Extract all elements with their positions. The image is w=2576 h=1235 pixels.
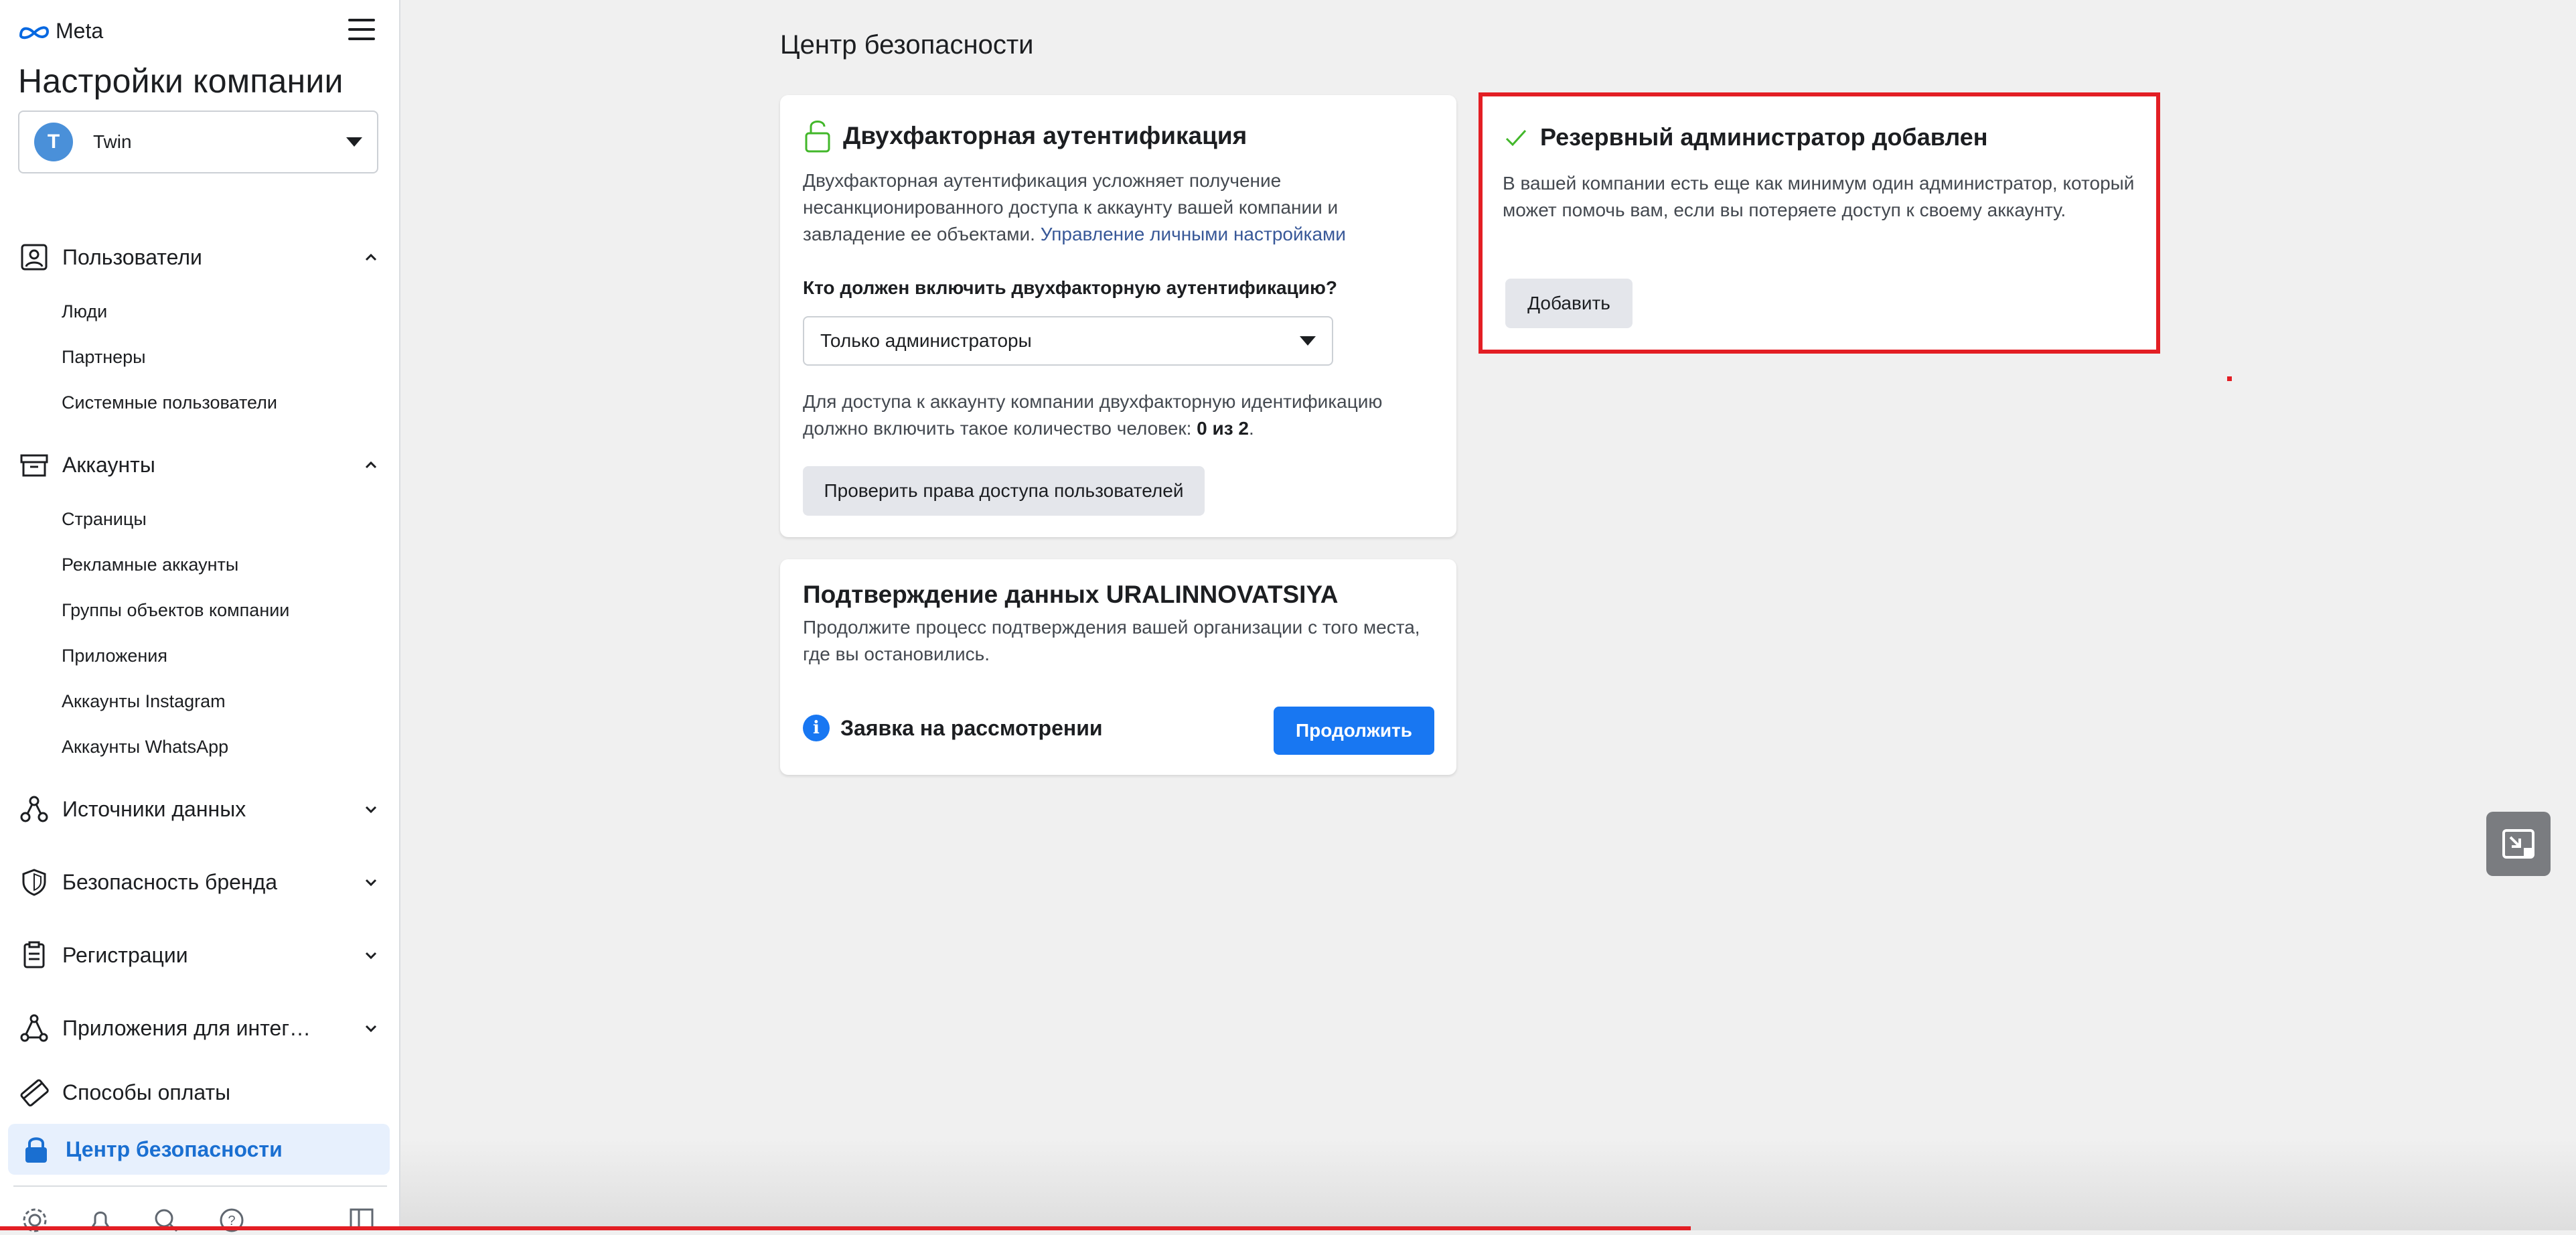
credit-card-icon — [18, 1076, 50, 1108]
search-icon[interactable] — [151, 1206, 181, 1235]
personal-settings-link[interactable]: Управление личными настройками — [1041, 224, 1346, 244]
sidebar-item-apps[interactable]: Приложения — [62, 646, 167, 666]
brand-name: Meta — [56, 19, 104, 43]
sidebar-section-label: Аккаунты — [62, 452, 155, 477]
account-switcher[interactable]: T Twin — [18, 111, 378, 173]
minimize-window-icon — [2502, 829, 2534, 859]
sidebar-item-whatsapp-accounts[interactable]: Аккаунты WhatsApp — [62, 737, 228, 757]
unlock-icon — [805, 121, 830, 153]
two-factor-count-text: Для доступа к аккаунту компании двухфакт… — [803, 391, 1383, 439]
backup-admin-description: В вашей компании есть еще как минимум од… — [1503, 173, 2135, 220]
verification-status: i Заявка на рассмотрении — [803, 715, 1103, 741]
sidebar-section-accounts[interactable]: Аккаунты — [18, 446, 378, 484]
backup-admin-header: Резервный администратор добавлен — [1503, 123, 1988, 151]
sidebar-item-system-users[interactable]: Системные пользователи — [62, 392, 277, 413]
info-icon: i — [803, 715, 830, 741]
sidebar-item-security-center[interactable]: Центр безопасности — [8, 1124, 390, 1175]
two-factor-title: Двухфакторная аутентификация — [843, 122, 1247, 149]
add-admin-button[interactable]: Добавить — [1505, 279, 1633, 328]
sidebar-item-asset-groups[interactable]: Группы объектов компании — [62, 600, 289, 621]
sidebar-section-data-sources[interactable]: Источники данных — [18, 790, 378, 828]
chevron-down-icon — [365, 806, 377, 814]
menu-icon[interactable] — [348, 19, 375, 43]
chevron-down-icon — [346, 137, 362, 147]
sidebar-item-ad-accounts[interactable]: Рекламные аккаунты — [62, 555, 238, 575]
sidebar-section-payment-methods[interactable]: Способы оплаты — [18, 1074, 378, 1111]
backup-admin-card: Резервный администратор добавлен В вашей… — [1479, 92, 2160, 354]
sidebar-section-label: Пользователи — [62, 244, 202, 269]
meta-logo[interactable]: Meta — [18, 19, 103, 44]
chevron-down-icon — [365, 1025, 377, 1033]
two-factor-card: Двухфакторная аутентификация Двухфакторн… — [780, 95, 1456, 537]
integrations-icon — [18, 1012, 50, 1044]
chevron-up-icon — [365, 461, 377, 469]
users-icon — [18, 241, 50, 273]
sidebar-item-pages[interactable]: Страницы — [62, 509, 147, 530]
sidebar-section-brand-safety[interactable]: Безопасность бренда — [18, 863, 378, 901]
two-factor-count: Для доступа к аккаунту компании двухфакт… — [803, 391, 1383, 439]
sidebar-item-instagram-accounts[interactable]: Аккаунты Instagram — [62, 691, 226, 712]
sidebar-section-label: Приложения для интег… — [62, 1015, 311, 1040]
gear-icon[interactable] — [20, 1206, 50, 1235]
two-factor-count-value: 0 из 2 — [1197, 418, 1249, 439]
divider — [13, 1185, 387, 1187]
verification-title: Подтверждение данных URALINNOVATSIYA — [803, 581, 1339, 608]
sidebar: Meta Настройки компании T Twin Пользоват… — [0, 0, 400, 1232]
meta-infinity-icon — [19, 25, 50, 39]
sidebar-item-partners[interactable]: Партнеры — [62, 347, 146, 368]
shield-icon — [18, 866, 50, 898]
sidebar-item-people[interactable]: Люди — [62, 301, 107, 322]
sidebar-section-label: Регистрации — [62, 942, 188, 967]
two-factor-description: Двухфакторная аутентификация усложняет п… — [803, 167, 1406, 248]
chevron-down-icon — [365, 879, 377, 887]
sidebar-section-registrations[interactable]: Регистрации — [18, 936, 378, 974]
sidebar-active-label: Центр безопасности — [66, 1137, 283, 1161]
continue-button[interactable]: Продолжить — [1274, 707, 1434, 755]
sidebar-section-label: Безопасность бренда — [62, 869, 278, 894]
backup-admin-title: Резервный администратор добавлен — [1540, 123, 1988, 151]
two-factor-required-select[interactable]: Только администраторы — [803, 316, 1333, 366]
account-name: Twin — [93, 131, 132, 152]
bottom-fade — [400, 1139, 2576, 1230]
exit-fullscreen-button[interactable] — [2486, 812, 2551, 876]
selected-option: Только администраторы — [820, 330, 1032, 351]
avatar: T — [34, 123, 73, 161]
status-text: Заявка на рассмотрении — [840, 715, 1103, 740]
clipboard-icon — [18, 939, 50, 971]
chevron-down-icon — [1300, 336, 1316, 346]
two-factor-header: Двухфакторная аутентификация — [803, 119, 1247, 153]
check-access-button[interactable]: Проверить права доступа пользователей — [803, 466, 1205, 516]
lock-icon — [20, 1133, 52, 1165]
sidebar-section-integrations[interactable]: Приложения для интег… — [18, 1009, 378, 1047]
video-progress-bar[interactable] — [0, 1226, 1691, 1230]
verification-description: Продолжите процесс подтверждения вашей о… — [803, 617, 1420, 664]
checkmark-icon — [1505, 129, 1527, 147]
sidebar-section-users[interactable]: Пользователи — [18, 238, 378, 276]
chevron-down-icon — [365, 952, 377, 960]
annotation-dot — [2227, 376, 2232, 381]
bell-icon[interactable] — [86, 1206, 115, 1235]
help-icon[interactable]: ? — [217, 1206, 246, 1235]
sidebar-section-label: Способы оплаты — [62, 1080, 231, 1104]
main-page-title: Центр безопасности — [780, 30, 1034, 60]
data-sources-icon — [18, 793, 50, 825]
page-heading: Настройки компании — [18, 62, 344, 100]
sidebar-section-label: Источники данных — [62, 796, 246, 821]
archive-icon — [18, 449, 50, 481]
verification-card: Подтверждение данных URALINNOVATSIYA Про… — [780, 559, 1456, 775]
two-factor-question: Кто должен включить двухфакторную аутент… — [803, 277, 1337, 298]
chevron-up-icon — [365, 253, 377, 261]
